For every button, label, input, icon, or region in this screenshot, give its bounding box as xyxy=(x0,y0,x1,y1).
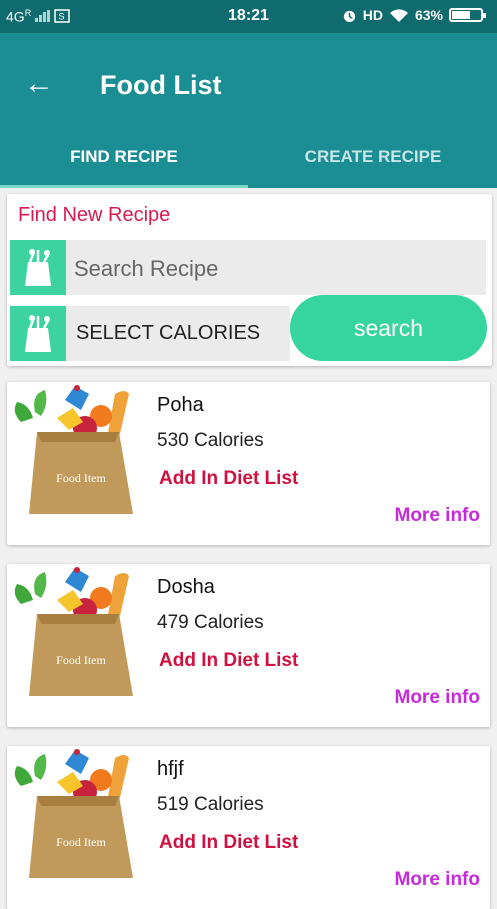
add-to-diet-button[interactable]: Add In Diet List xyxy=(159,468,298,490)
food-image-label: Food Item xyxy=(56,471,106,485)
food-bag-image: Food Item xyxy=(14,385,133,514)
more-info-link[interactable]: More info xyxy=(395,869,481,891)
alarm-icon xyxy=(343,10,355,22)
battery-percent: 63% xyxy=(414,7,443,23)
food-name: hfjf xyxy=(157,758,184,780)
food-bag-image: Food Item xyxy=(14,749,133,878)
food-name: Poha xyxy=(157,394,204,416)
food-item-card[interactable]: Food Item hfjf 519 Calories Add In Diet … xyxy=(7,746,490,909)
food-item-card[interactable]: Food Item Dosha 479 Calories Add In Diet… xyxy=(7,564,490,727)
find-recipe-heading: Find New Recipe xyxy=(18,204,171,226)
calories-select[interactable]: SELECT CALORIES xyxy=(10,306,290,361)
battery-icon xyxy=(449,8,486,22)
food-image-label: Food Item xyxy=(56,835,106,849)
food-calories: 519 Calories xyxy=(157,794,264,815)
food-calories: 479 Calories xyxy=(157,612,264,633)
search-row xyxy=(10,240,486,297)
grocery-bag-icon xyxy=(10,240,66,295)
find-recipe-card: Find New Recipe SELECT CALORIES search xyxy=(7,194,492,366)
page-title: Food List xyxy=(100,70,222,100)
more-info-link[interactable]: More info xyxy=(395,687,481,709)
select-calories-label: SELECT CALORIES xyxy=(76,322,261,344)
more-info-link[interactable]: More info xyxy=(395,505,481,527)
food-bag-image: Food Item xyxy=(14,567,133,696)
tab-find-recipe[interactable]: FIND RECIPE xyxy=(0,134,248,188)
search-input[interactable] xyxy=(72,240,476,297)
active-tab-indicator xyxy=(0,185,248,188)
food-name: Dosha xyxy=(157,576,215,598)
add-to-diet-button[interactable]: Add In Diet List xyxy=(159,832,298,854)
tab-create-recipe[interactable]: CREATE RECIPE xyxy=(249,134,497,188)
app-bar: ← Food List FIND RECIPE CREATE RECIPE xyxy=(0,33,497,188)
hd-indicator: HD xyxy=(362,7,383,23)
search-button[interactable]: search xyxy=(290,295,487,361)
add-to-diet-button[interactable]: Add In Diet List xyxy=(159,650,298,672)
wifi-icon xyxy=(389,8,408,22)
food-image-label: Food Item xyxy=(56,653,106,667)
grocery-bag-icon xyxy=(10,306,66,361)
status-right: HD 63% xyxy=(342,7,486,23)
status-bar: 4GR S 18:21 HD 63% xyxy=(0,0,497,33)
food-calories: 530 Calories xyxy=(157,430,264,451)
back-arrow-icon[interactable]: ← xyxy=(24,69,54,99)
food-item-card[interactable]: Food Item Poha 530 Calories Add In Diet … xyxy=(7,382,490,545)
